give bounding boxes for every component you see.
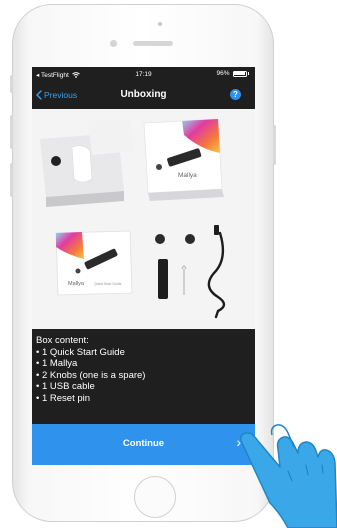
list-item: • 1 Quick Start Guide: [36, 346, 125, 358]
unboxing-photo: Mallya Mallya Quick Start Guide: [32, 109, 255, 329]
earpiece-speaker: [133, 41, 173, 46]
list-item: • 2 Knobs (one is a spare): [36, 369, 146, 381]
usb-plug: [214, 225, 219, 235]
battery-percent: 96%: [216, 70, 230, 77]
power-button: [273, 125, 276, 165]
guide-title-label: Quick Start Guide: [94, 282, 122, 286]
mute-switch: [10, 75, 13, 93]
mallya-dongle: [158, 259, 168, 299]
list-item: • 1 USB cable: [36, 381, 95, 392]
volume-up-button: [10, 115, 13, 149]
continue-button[interactable]: Continue ›: [32, 424, 255, 465]
product-box: Mallya: [143, 118, 224, 201]
front-camera: [110, 40, 117, 47]
help-icon[interactable]: ?: [230, 89, 241, 100]
home-button[interactable]: [134, 476, 176, 518]
pointing-hand-icon: [239, 424, 337, 528]
reset-pin: [181, 265, 187, 295]
sensor-dot: [158, 22, 162, 26]
tutorial-page: ◂ TestFlight 17:19 96% Previous Unboxing…: [0, 0, 337, 528]
battery-tip: [247, 72, 249, 75]
box-brand-label: Mallya: [178, 172, 197, 179]
open-box-tray: [40, 119, 134, 207]
usb-cable: [207, 231, 226, 319]
box-content-heading: Box content:: [36, 335, 89, 346]
unboxing-illustration: Mallya Mallya Quick Start Guide: [40, 118, 226, 319]
status-right: 96%: [216, 70, 249, 77]
volume-down-button: [10, 163, 13, 197]
quick-start-guide: Mallya Quick Start Guide: [55, 230, 133, 296]
list-item: • 1 Mallya: [36, 358, 78, 369]
status-bar: ◂ TestFlight 17:19 96%: [32, 67, 255, 83]
nav-bar: Previous Unboxing ?: [32, 83, 255, 109]
guide-brand-label: Mallya: [68, 281, 85, 287]
list-item: • 1 Reset pin: [36, 392, 91, 404]
phone-screen: ◂ TestFlight 17:19 96% Previous Unboxing…: [32, 67, 255, 465]
battery-fill: [234, 72, 245, 75]
continue-label: Continue: [122, 438, 165, 449]
box-content-list: Box content: • 1 Quick Start Guide • 1 M…: [36, 335, 251, 404]
knobs: [155, 234, 195, 244]
battery-icon: [232, 70, 247, 77]
page-title: Unboxing: [120, 89, 167, 100]
